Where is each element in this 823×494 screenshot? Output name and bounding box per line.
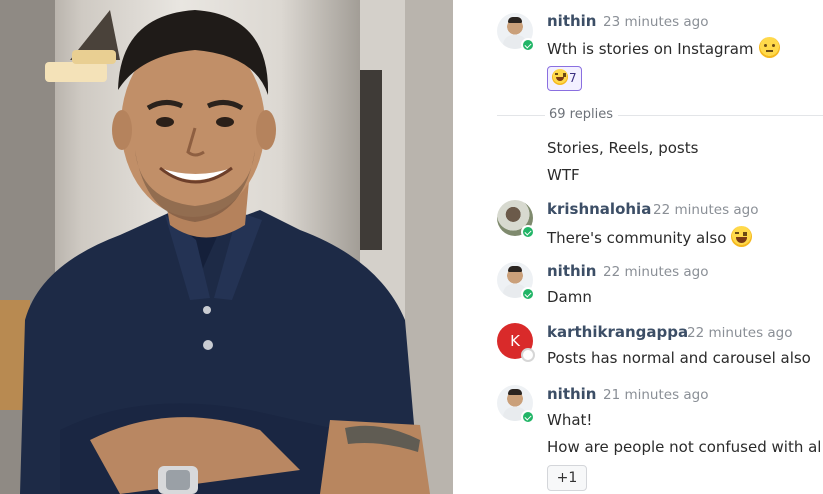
timestamp[interactable]: 21 minutes ago [603, 387, 709, 403]
username[interactable]: karthikrangappa [547, 323, 688, 341]
slightly-smiling-face-icon [758, 37, 780, 58]
username[interactable]: nithin [547, 262, 597, 280]
online-status-icon [521, 287, 535, 301]
timestamp[interactable]: 22 minutes ago [653, 202, 759, 218]
message-text: Wth is stories on Instagram [547, 37, 780, 58]
person-illustration [0, 0, 453, 494]
chat-panel: nithin 23 minutes ago Wth is stories on … [458, 0, 823, 494]
message-text: Posts has normal and carousel also [547, 349, 811, 367]
reply-message: krishnalohia 22 minutes ago There's comm… [458, 200, 823, 255]
reply-message: K karthikrangappa 22 minutes ago Posts h… [458, 323, 823, 378]
username[interactable]: nithin [547, 12, 597, 30]
plus-one-reaction-button[interactable]: +1 [547, 465, 587, 491]
message-text: Stories, Reels, posts [547, 139, 699, 157]
online-status-icon [521, 410, 535, 424]
reply-message: nithin 21 minutes ago What! How are peop… [458, 385, 823, 465]
profile-photo [0, 0, 453, 494]
username[interactable]: krishnalohia [547, 200, 651, 218]
message-text: WTF [547, 166, 580, 184]
timestamp[interactable]: 22 minutes ago [603, 264, 709, 280]
message-text: Damn [547, 288, 592, 306]
message-text: What! [547, 411, 593, 429]
thread-divider-left [497, 115, 545, 116]
offline-status-icon [521, 348, 535, 362]
online-status-icon [521, 225, 535, 239]
parent-message: nithin 23 minutes ago Wth is stories on … [458, 0, 823, 100]
laughing-face-icon [552, 69, 568, 85]
reaction-count: 7 [569, 71, 577, 85]
message-text: How are people not confused with al [547, 438, 822, 456]
reply-message: nithin 22 minutes ago Damn [458, 262, 823, 317]
thread-divider-right [618, 115, 823, 116]
timestamp[interactable]: 22 minutes ago [687, 325, 793, 341]
laughing-face-icon [731, 226, 753, 247]
online-status-icon [521, 38, 535, 52]
timestamp[interactable]: 23 minutes ago [603, 14, 709, 30]
replies-count[interactable]: 69 replies [547, 107, 615, 122]
username[interactable]: nithin [547, 385, 597, 403]
message-text: There's community also [547, 226, 753, 247]
reaction-badge[interactable]: 7 [547, 66, 582, 91]
